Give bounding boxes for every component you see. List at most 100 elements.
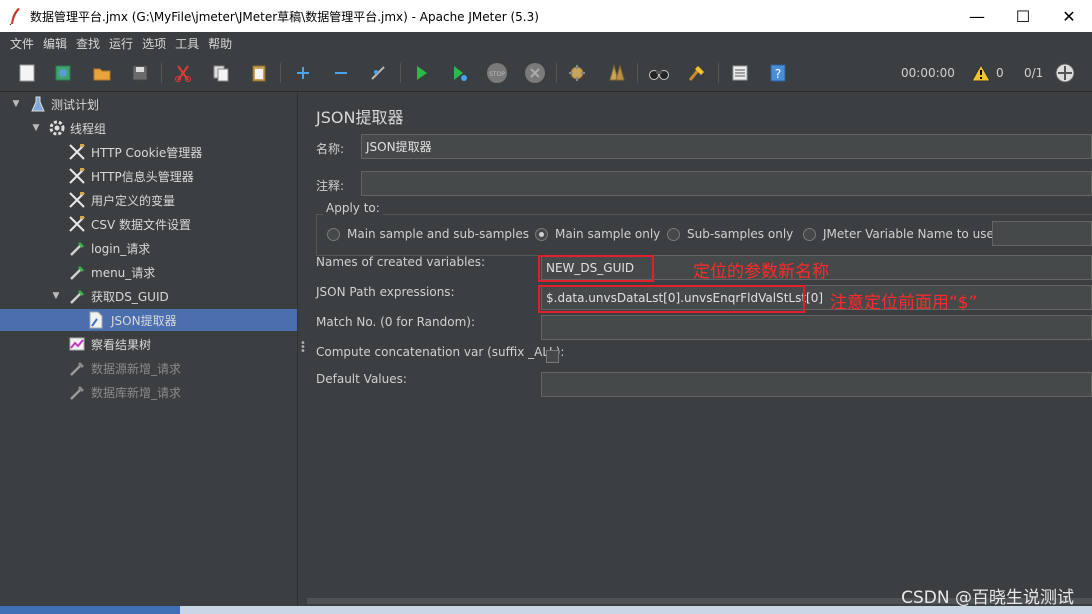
tree-item-label: 察看结果树 (91, 337, 152, 352)
expand-icon[interactable] (292, 62, 314, 84)
highlight-box (538, 285, 805, 313)
tree-item-label: 测试计划 (51, 97, 100, 112)
stop-icon[interactable]: STOP (486, 62, 508, 84)
window-controls: — ☐ ✕ (954, 0, 1092, 32)
tree-item-label: 获取DS_GUID (91, 289, 169, 304)
maximize-button[interactable]: ☐ (1000, 0, 1046, 32)
split-pane-divider[interactable]: • • • (297, 92, 307, 606)
warning-icon[interactable] (970, 62, 992, 84)
tree-item-datasource-add-request[interactable]: 数据源新增_请求 (0, 357, 297, 379)
sampler-pipette-icon (68, 383, 86, 401)
json-extractor-panel: JSON提取器 名称: JSON提取器 注释: Apply to: Main s… (307, 92, 1092, 606)
tree-item-thread-group[interactable]: ▼ 线程组 (0, 117, 297, 139)
apply-variable-radio[interactable] (803, 228, 816, 241)
minimize-button[interactable]: — (954, 0, 1000, 32)
apply-sub-only-radio[interactable] (667, 228, 680, 241)
help-icon[interactable]: ? (767, 62, 789, 84)
name-field[interactable]: JSON提取器 (361, 134, 1092, 159)
clear-all-icon[interactable] (605, 62, 627, 84)
tree-item-label: 线程组 (70, 121, 107, 136)
apply-main-and-sub-radio[interactable] (327, 228, 340, 241)
sampler-pipette-icon (68, 239, 86, 257)
toolbar-separator (280, 63, 281, 83)
chevron-down-icon[interactable]: ▼ (51, 291, 61, 301)
variable-names-label: Names of created variables: (316, 255, 486, 269)
function-helper-icon[interactable] (729, 62, 751, 84)
open-icon[interactable] (91, 62, 113, 84)
sampler-pipette-icon (68, 263, 86, 281)
toolbar: STOP ? 00:00:00 0 0/1 (0, 54, 1092, 92)
results-tree-icon (68, 335, 86, 353)
tree-item-label: 数据源新增_请求 (91, 361, 182, 376)
sampler-pipette-icon (68, 359, 86, 377)
config-tool-icon (68, 215, 86, 233)
jmeter-variable-field[interactable] (992, 221, 1092, 246)
reset-search-icon[interactable] (686, 62, 708, 84)
shutdown-icon[interactable] (524, 62, 546, 84)
chevron-down-icon[interactable]: ▼ (11, 99, 21, 109)
menu-search[interactable]: 查找 (76, 35, 100, 52)
menu-edit[interactable]: 编辑 (43, 35, 67, 52)
apply-main-only-radio[interactable] (535, 228, 548, 241)
copy-icon[interactable] (210, 62, 232, 84)
tree-item-label: CSV 数据文件设置 (91, 217, 192, 232)
toolbar-separator (400, 63, 401, 83)
collapse-icon[interactable] (330, 62, 352, 84)
apply-variable-label[interactable]: JMeter Variable Name to use (823, 227, 994, 241)
tree-item-user-variables[interactable]: 用户定义的变量 (0, 189, 297, 211)
tree-item-json-extractor[interactable]: JSON提取器 (0, 309, 297, 331)
menu-file[interactable]: 文件 (10, 35, 34, 52)
thread-count: 0/1 (1024, 66, 1044, 80)
toolbar-separator (556, 63, 557, 83)
tree-item-cookie-manager[interactable]: HTTP Cookie管理器 (0, 141, 297, 163)
tree-item-results-tree[interactable]: 察看结果树 (0, 333, 297, 355)
templates-icon[interactable] (52, 62, 74, 84)
comment-field[interactable] (361, 171, 1092, 196)
search-icon[interactable] (648, 62, 670, 84)
tree-item-login-request[interactable]: login_请求 (0, 237, 297, 259)
taskbar-item (0, 606, 180, 614)
warning-count: 0 (996, 66, 1004, 80)
default-values-field[interactable] (541, 372, 1092, 397)
match-no-field[interactable] (541, 315, 1092, 340)
start-icon[interactable] (410, 62, 432, 84)
tree-item-test-plan[interactable]: ▼ 测试计划 (0, 93, 297, 115)
drag-handle-icon[interactable]: • • • (300, 339, 306, 357)
panel-title: JSON提取器 (316, 108, 404, 127)
menu-options[interactable]: 选项 (142, 35, 166, 52)
tree-item-menu-request[interactable]: menu_请求 (0, 261, 297, 283)
toggle-icon[interactable] (367, 62, 389, 84)
apply-main-only-label[interactable]: Main sample only (555, 227, 660, 241)
menu-help[interactable]: 帮助 (208, 35, 232, 52)
chevron-down-icon[interactable]: ▼ (31, 123, 41, 133)
apply-main-and-sub-label[interactable]: Main sample and sub-samples (347, 227, 529, 241)
tree-item-get-ds-guid[interactable]: ▼ 获取DS_GUID (0, 285, 297, 307)
highlight-box (538, 255, 654, 282)
cut-icon[interactable] (172, 62, 194, 84)
default-values-label: Default Values: (316, 372, 407, 386)
tree-item-csv-config[interactable]: CSV 数据文件设置 (0, 213, 297, 235)
concatenation-checkbox[interactable] (546, 350, 559, 363)
apply-sub-only-label[interactable]: Sub-samples only (687, 227, 793, 241)
start-no-pause-icon[interactable] (448, 62, 470, 84)
menu-tools[interactable]: 工具 (175, 35, 199, 52)
clear-icon[interactable] (566, 62, 588, 84)
tree-item-database-add-request[interactable]: 数据库新增_请求 (0, 381, 297, 403)
close-button[interactable]: ✕ (1046, 0, 1092, 32)
paste-icon[interactable] (248, 62, 270, 84)
toolbar-separator (637, 63, 638, 83)
save-icon[interactable] (129, 62, 151, 84)
new-icon[interactable] (16, 62, 38, 84)
tree-item-label: HTTP信息头管理器 (91, 169, 194, 184)
match-no-label: Match No. (0 for Random): (316, 315, 476, 329)
tree-item-header-manager[interactable]: HTTP信息头管理器 (0, 165, 297, 187)
menu-bar: 文件 编辑 查找 运行 选项 工具 帮助 (0, 32, 1092, 54)
remote-engines-icon[interactable] (1054, 62, 1076, 84)
comment-label: 注释: (316, 179, 345, 193)
config-tool-icon (68, 143, 86, 161)
annotation-variable-note: 定位的参数新名称 (693, 262, 829, 282)
thread-group-icon (48, 119, 66, 137)
watermark: CSDN @百晓生说测试 (901, 588, 1074, 608)
concatenation-label: Compute concatenation var (suffix _ALL): (316, 345, 565, 359)
menu-run[interactable]: 运行 (109, 35, 133, 52)
